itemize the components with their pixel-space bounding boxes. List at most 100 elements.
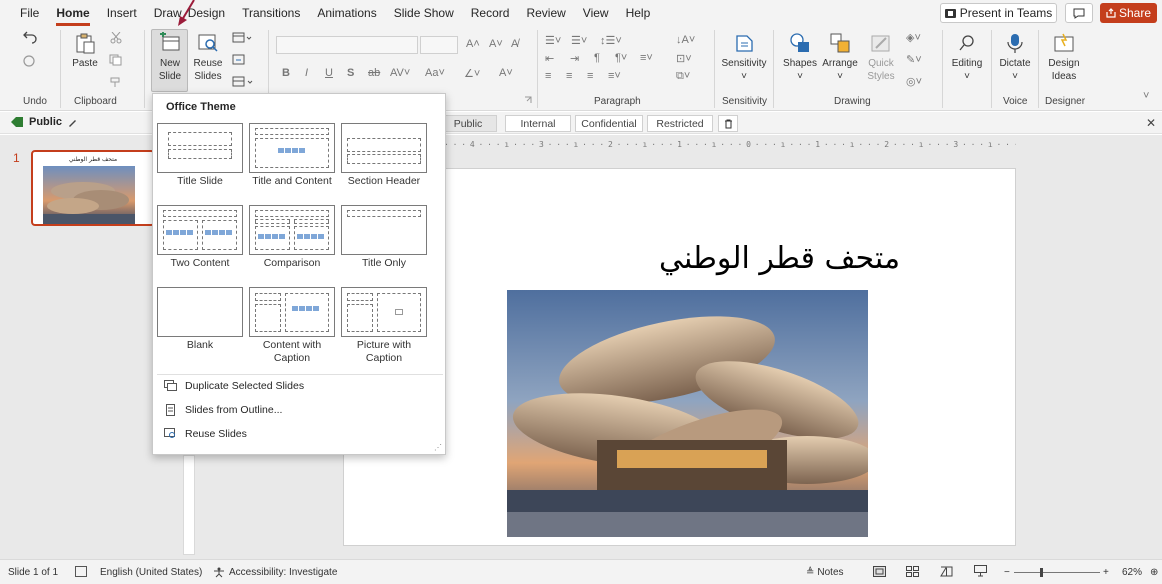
redo-icon[interactable] — [22, 54, 36, 68]
sensitivity-tag-internal[interactable]: Internal — [505, 115, 571, 132]
zoom-out-button[interactable]: − — [1004, 567, 1010, 578]
arrange-button[interactable]: Arrange ˅ — [820, 32, 860, 83]
text-direction-button[interactable]: ↓A˅ — [676, 34, 695, 46]
accessibility-status[interactable]: Accessibility: Investigate — [213, 567, 337, 578]
justify-button[interactable]: ≡˅ — [608, 70, 621, 82]
reuse-slides-item[interactable]: Reuse Slides — [164, 428, 247, 440]
layout-title-only[interactable]: Title Only — [341, 205, 427, 270]
language-status[interactable]: English (United States) — [100, 567, 202, 578]
reuse-slides-button[interactable]: Reuse Slides — [191, 32, 225, 83]
layout-title-slide[interactable]: Title Slide — [157, 123, 243, 188]
undo-icon[interactable] — [22, 30, 38, 44]
align-center-button[interactable]: ≡ — [566, 70, 572, 82]
ribbon-collapse-button[interactable]: ˅ — [1143, 90, 1149, 102]
sensitivity-current[interactable]: Public — [10, 116, 78, 128]
increase-indent-button[interactable]: ⇥ — [570, 52, 579, 65]
layout-title-and-content[interactable]: Title and Content — [249, 123, 335, 188]
tab-review[interactable]: Review — [526, 6, 565, 20]
change-case-button[interactable]: Aa˅ — [425, 67, 445, 79]
tab-view[interactable]: View — [583, 6, 609, 20]
section-icon[interactable] — [232, 76, 256, 88]
slide-sorter-icon[interactable] — [906, 566, 919, 577]
layout-picture-with-caption[interactable]: Picture with Caption — [341, 287, 427, 365]
close-icon[interactable]: ✕ — [1146, 116, 1156, 130]
ltr-button[interactable]: ¶˅ — [615, 52, 627, 64]
fit-to-window-icon[interactable]: ⊕ — [1150, 567, 1158, 578]
clear-format-button[interactable]: A̸ — [511, 38, 518, 50]
notes-check-icon[interactable] — [75, 566, 87, 577]
reading-view-icon[interactable] — [940, 566, 953, 577]
highlight-button[interactable]: ∠˅ — [464, 67, 480, 80]
bullets-button[interactable]: ☰˅ — [545, 34, 561, 47]
rtl-button[interactable]: ¶ — [594, 52, 600, 64]
strikethrough-button[interactable]: ab — [368, 67, 380, 79]
zoom-in-button[interactable]: + — [1103, 567, 1109, 578]
font-dialog-launcher-icon[interactable] — [524, 96, 532, 104]
zoom-level[interactable]: 62% — [1122, 567, 1142, 578]
shrink-font-button[interactable]: A˅ — [489, 38, 503, 50]
numbering-button[interactable]: ☰˅ — [571, 34, 587, 47]
slide-thumbnail[interactable]: متحف قطر الوطني — [31, 150, 155, 226]
tab-help[interactable]: Help — [626, 6, 651, 20]
copy-icon[interactable] — [109, 54, 123, 66]
format-painter-icon[interactable] — [109, 76, 123, 88]
notes-button[interactable]: ≜ Notes — [806, 567, 844, 578]
slides-from-outline-item[interactable]: Slides from Outline... — [164, 404, 282, 416]
paste-button[interactable]: Paste — [68, 32, 102, 70]
shape-effects-button[interactable]: ◎˅ — [906, 75, 922, 88]
shape-fill-button[interactable]: ◈˅ — [906, 31, 921, 44]
smartart-button[interactable]: ⧉˅ — [676, 70, 690, 83]
quick-styles-button[interactable]: Quick Styles — [862, 32, 900, 83]
align-left-button[interactable]: ≡ — [545, 70, 551, 82]
layout-two-content[interactable]: Two Content — [157, 205, 243, 270]
sensitivity-tag-public[interactable]: Public — [439, 115, 497, 132]
grow-font-button[interactable]: A˄ — [466, 38, 480, 50]
char-spacing-button[interactable]: AV˅ — [390, 67, 410, 79]
slide-counter[interactable]: Slide 1 of 1 — [8, 567, 58, 578]
shapes-button[interactable]: Shapes ˅ — [781, 32, 819, 83]
delete-label-button[interactable] — [718, 115, 738, 132]
zoom-slider-thumb[interactable] — [1040, 568, 1043, 577]
tab-animations[interactable]: Animations — [317, 6, 376, 20]
editing-button[interactable]: Editing ˅ — [948, 32, 986, 83]
font-size-select[interactable] — [420, 36, 458, 54]
comments-button[interactable] — [1065, 3, 1093, 23]
shadow-button[interactable]: S — [347, 67, 354, 79]
present-in-teams-button[interactable]: Present in Teams — [940, 3, 1057, 23]
reset-icon[interactable] — [232, 54, 246, 66]
zoom-slider[interactable] — [1014, 568, 1100, 577]
line-spacing-button[interactable]: ↕☰˅ — [600, 34, 622, 47]
normal-view-icon[interactable] — [873, 566, 886, 577]
design-ideas-button[interactable]: Design Ideas — [1043, 32, 1085, 83]
tab-file[interactable]: File — [20, 6, 39, 20]
underline-button[interactable]: U — [325, 67, 333, 79]
font-name-select[interactable] — [276, 36, 418, 54]
duplicate-slides-item[interactable]: Duplicate Selected Slides — [164, 380, 304, 392]
shape-outline-button[interactable]: ✎˅ — [906, 53, 922, 66]
tab-transitions[interactable]: Transitions — [242, 6, 300, 20]
align-text-button[interactable]: ⊡˅ — [676, 52, 692, 65]
cut-icon[interactable] — [109, 32, 123, 44]
tab-insert[interactable]: Insert — [107, 6, 137, 20]
share-button[interactable]: Share — [1100, 3, 1157, 23]
dictate-button[interactable]: Dictate ˅ — [996, 32, 1034, 83]
columns-button[interactable]: ≡˅ — [640, 52, 653, 64]
layout-comparison[interactable]: Comparison — [249, 205, 335, 270]
slideshow-icon[interactable] — [974, 565, 987, 577]
resize-grip-icon[interactable]: ⋰ — [434, 443, 442, 452]
tab-home[interactable]: Home — [56, 6, 90, 26]
layout-section-header[interactable]: Section Header — [341, 123, 427, 188]
align-right-button[interactable]: ≡ — [587, 70, 593, 82]
font-color-button[interactable]: A˅ — [499, 67, 513, 79]
layout-content-with-caption[interactable]: Content with Caption — [249, 287, 335, 365]
decrease-indent-button[interactable]: ⇤ — [545, 52, 554, 65]
sensitivity-button[interactable]: Sensitivity ˅ — [720, 32, 768, 83]
museum-image[interactable] — [507, 290, 868, 537]
tab-record[interactable]: Record — [471, 6, 510, 20]
layout-blank[interactable]: Blank — [157, 287, 243, 352]
sensitivity-tag-restricted[interactable]: Restricted — [647, 115, 713, 132]
sensitivity-tag-confidential[interactable]: Confidential — [575, 115, 643, 132]
layout-icon[interactable] — [232, 32, 252, 44]
bold-button[interactable]: B — [282, 67, 290, 79]
italic-button[interactable]: I — [305, 67, 308, 79]
